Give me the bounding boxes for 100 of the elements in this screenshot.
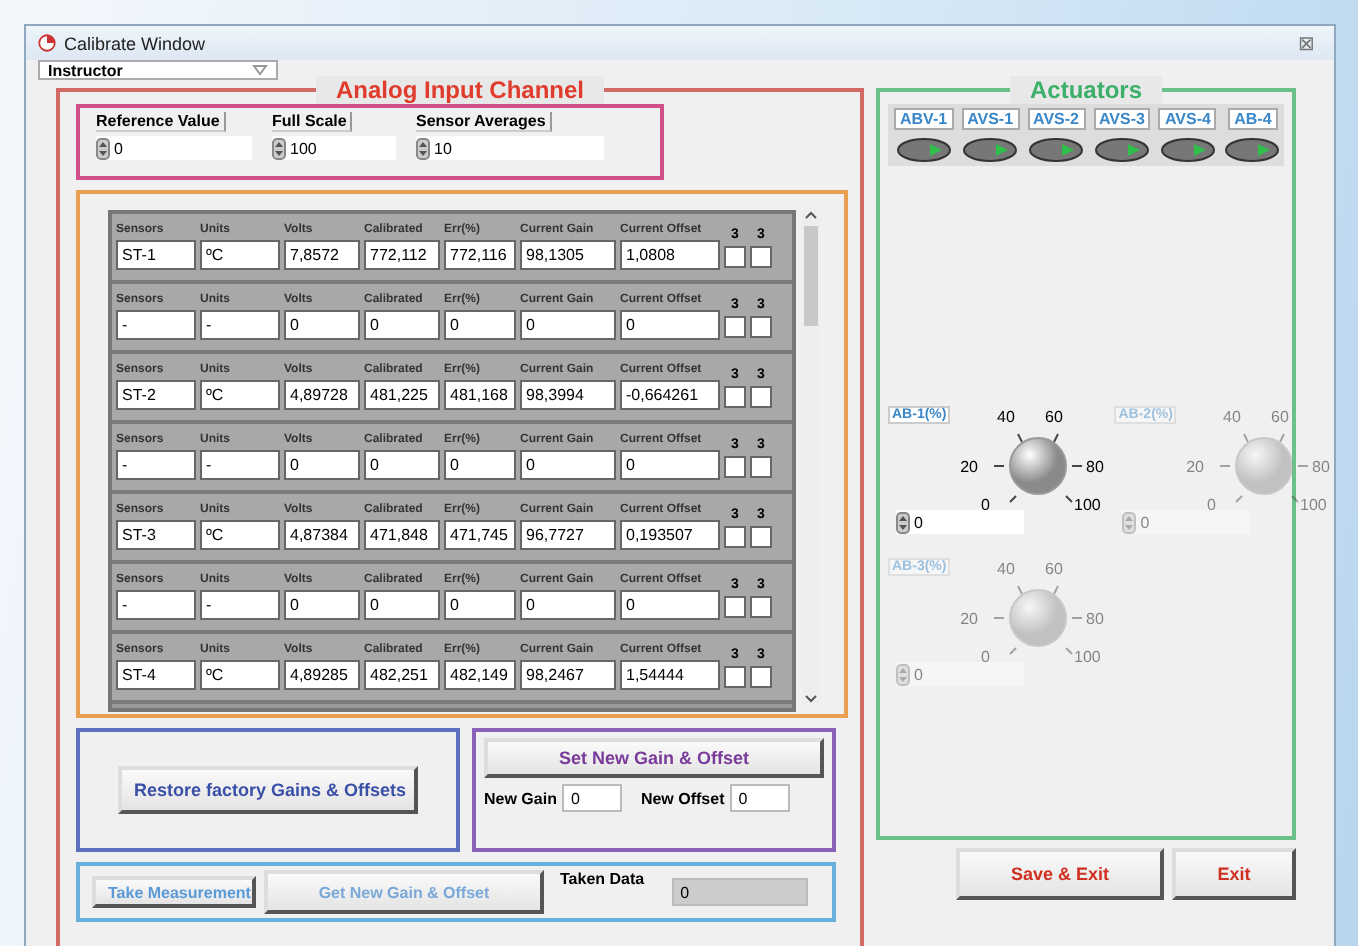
table-cell: ST-2	[116, 380, 196, 410]
table-cell: 0	[620, 310, 720, 340]
checkbox[interactable]	[750, 246, 772, 268]
exit-button[interactable]: Exit	[1172, 848, 1296, 900]
table-cell: 0	[520, 590, 616, 620]
checkbox[interactable]	[750, 666, 772, 688]
table-cell: 4,89728	[284, 380, 360, 410]
knob-value-field[interactable]: 0	[896, 510, 1024, 534]
checkbox[interactable]	[750, 596, 772, 618]
scale-label: 40	[1224, 408, 1242, 426]
table-cell: -	[116, 590, 196, 620]
scroll-thumb[interactable]	[804, 226, 818, 326]
table-cell: -	[116, 450, 196, 480]
close-button[interactable]: ⊠	[1290, 31, 1322, 55]
toggle-switch[interactable]	[895, 138, 952, 162]
table-cell: 4,89285	[284, 660, 360, 690]
scale-label: 40	[997, 408, 1016, 426]
checkbox[interactable]	[724, 386, 746, 408]
checkbox[interactable]	[724, 666, 746, 688]
app-icon	[38, 34, 56, 52]
table-cell: -	[200, 450, 280, 480]
checkbox[interactable]	[724, 316, 746, 338]
table-cell: 1,0808	[620, 240, 720, 270]
scale-label: 60	[1045, 560, 1064, 578]
toggle-switch[interactable]	[1028, 138, 1085, 162]
table-cell: 0	[284, 310, 360, 340]
window-title: Calibrate Window	[64, 33, 208, 53]
table-cell: 482,251	[364, 660, 440, 690]
numeric-field[interactable]: 0	[96, 136, 252, 160]
spinner-icon[interactable]	[896, 511, 910, 533]
table-cell: 0	[284, 450, 360, 480]
scale-label: 20	[960, 610, 979, 628]
scroll-up-icon[interactable]	[804, 210, 818, 222]
scale-label: 0	[1208, 496, 1217, 514]
table-cell: 0	[364, 590, 440, 620]
table-cell: 481,225	[364, 380, 440, 410]
table-cell: -	[116, 310, 196, 340]
numeric-field[interactable]: 10	[416, 136, 604, 160]
setting-label: Sensor Averages	[416, 112, 552, 132]
table-cell: ST-4	[116, 660, 196, 690]
table-cell: 0	[620, 450, 720, 480]
scale-label: 100	[1300, 496, 1328, 514]
toggle-switch[interactable]	[1159, 138, 1216, 162]
table-cell: ºC	[200, 520, 280, 550]
scale-label: 0	[981, 496, 991, 514]
checkbox[interactable]	[750, 526, 772, 548]
toggle-switch[interactable]	[1224, 138, 1281, 162]
restore-button[interactable]: Restore factory Gains & Offsets	[118, 766, 418, 814]
input-field[interactable]: 0	[730, 784, 791, 812]
table-cell: 0	[620, 590, 720, 620]
user-dropdown[interactable]: Instructor	[38, 60, 278, 80]
table-cell: ºC	[200, 240, 280, 270]
table-cell: 0	[364, 450, 440, 480]
numeric-field[interactable]: 100	[272, 136, 396, 160]
checkbox[interactable]	[750, 386, 772, 408]
table-cell: ºC	[200, 660, 280, 690]
table-cell: 471,848	[364, 520, 440, 550]
set-gain-button[interactable]: Set New Gain & Offset	[484, 738, 824, 778]
checkbox[interactable]	[724, 596, 746, 618]
switch-label: ABV-1	[894, 108, 954, 130]
table-cell: 471,745	[444, 520, 516, 550]
checkbox[interactable]	[750, 456, 772, 478]
switch-label: AB-4	[1228, 108, 1278, 130]
table-cell: 96,7727	[520, 520, 616, 550]
scale-label: 60	[1272, 408, 1290, 426]
spinner-icon[interactable]	[96, 137, 110, 159]
readout-field: 0	[672, 878, 809, 906]
scrollbar[interactable]	[802, 210, 820, 704]
table-cell: 0	[444, 310, 516, 340]
save-exit-button[interactable]: Save & Exit	[956, 848, 1164, 900]
input-field[interactable]: 0	[562, 784, 623, 812]
toggle-switch[interactable]	[1093, 138, 1150, 162]
scale-label: 40	[997, 560, 1016, 578]
field-label: New Gain	[484, 789, 557, 807]
table-cell: -	[200, 310, 280, 340]
table-cell: 7,8572	[284, 240, 360, 270]
table-cell: 0,193507	[620, 520, 720, 550]
table-cell: 98,1305	[520, 240, 616, 270]
checkbox[interactable]	[750, 316, 772, 338]
scroll-down-icon[interactable]	[804, 692, 818, 704]
table-cell: 481,168	[444, 380, 516, 410]
panel-title: Analog Input Channel	[316, 76, 604, 104]
table-cell: ST-3	[116, 520, 196, 550]
checkbox[interactable]	[724, 526, 746, 548]
table-cell: 0	[284, 590, 360, 620]
checkbox[interactable]	[724, 456, 746, 478]
table-cell: -0,664261	[620, 380, 720, 410]
spinner-icon[interactable]	[416, 137, 430, 159]
toggle-switch[interactable]	[962, 138, 1019, 162]
setting-label: Reference Value	[96, 112, 226, 132]
panel-title: Actuators	[1009, 76, 1162, 104]
switch-label: AVS-3	[1093, 108, 1151, 130]
table-cell: 0	[364, 310, 440, 340]
scale-label: 100	[1074, 648, 1102, 666]
table-cell: 0	[520, 310, 616, 340]
checkbox[interactable]	[724, 246, 746, 268]
scale-label: 60	[1045, 408, 1064, 426]
scale-label: 80	[1312, 458, 1331, 476]
spinner-icon[interactable]	[272, 137, 286, 159]
switch-label: AVS-2	[1027, 108, 1085, 130]
